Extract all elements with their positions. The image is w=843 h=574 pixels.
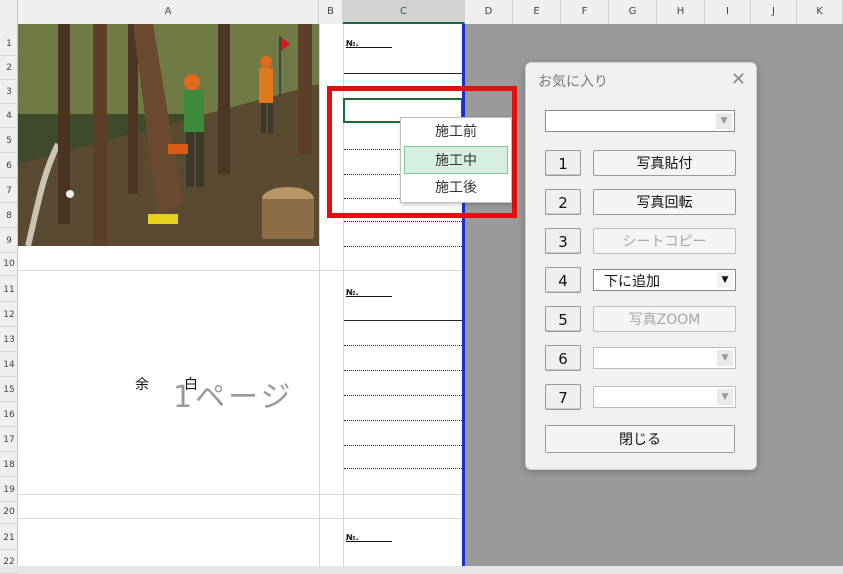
row-header[interactable]: 14 [0, 353, 18, 377]
dotted-line [344, 246, 462, 247]
top-combo-box[interactable]: ▼ [545, 110, 735, 132]
number-button-7[interactable]: 7 [545, 384, 581, 410]
row-header[interactable]: 6 [0, 154, 18, 178]
row-header[interactable]: 5 [0, 129, 18, 153]
rotate-photo-button[interactable]: 写真回転 [593, 189, 736, 215]
row-header[interactable]: 22 [0, 550, 18, 574]
row-header[interactable]: 9 [0, 229, 18, 253]
sheet-copy-button[interactable]: シートコピー [593, 228, 736, 254]
page-watermark: 1ページ [173, 380, 294, 415]
number-button-6[interactable]: 6 [545, 345, 581, 371]
number-underline [346, 47, 392, 48]
column-header-bar: A B C D E F G H I J K [0, 0, 843, 25]
forestry-worker-photo[interactable] [18, 24, 319, 246]
column-header-c[interactable]: C [343, 0, 465, 24]
gridline [18, 518, 464, 519]
column-header-a[interactable]: A [18, 0, 319, 24]
chevron-down-icon[interactable]: ▼ [717, 350, 733, 366]
row-header[interactable]: 12 [0, 303, 18, 327]
row-header[interactable]: 3 [0, 80, 18, 104]
insert-position-value: 下に追加 [604, 274, 660, 290]
column-header-f[interactable]: F [561, 0, 609, 24]
row-header[interactable]: 13 [0, 328, 18, 352]
row-header[interactable]: 7 [0, 179, 18, 203]
column-header-e[interactable]: E [513, 0, 561, 24]
gridline [319, 24, 320, 566]
dotted-line [344, 221, 462, 222]
dotted-line [344, 468, 462, 469]
dotted-line [344, 445, 462, 446]
cell-dropdown-list[interactable]: 施工前 施工中 施工後 [400, 117, 512, 203]
row-header[interactable]: 20 [0, 500, 18, 524]
row-header[interactable]: 11 [0, 278, 18, 302]
slot-6-combo[interactable]: ▼ [593, 347, 736, 369]
row-header-bar: 1 2 3 4 5 6 7 8 9 10 11 12 13 14 15 16 1… [0, 24, 18, 574]
dropdown-option-during[interactable]: 施工中 [404, 146, 508, 174]
row-header[interactable]: 16 [0, 403, 18, 427]
row-header[interactable]: 8 [0, 204, 18, 228]
dotted-line [344, 395, 462, 396]
column-header-b[interactable]: B [319, 0, 343, 24]
column-header-d[interactable]: D [465, 0, 513, 24]
column-header-h[interactable]: H [657, 0, 705, 24]
dotted-line [344, 370, 462, 371]
number-button-1[interactable]: 1 [545, 150, 581, 176]
column-header-k[interactable]: K [797, 0, 843, 24]
number-underline [346, 296, 392, 297]
blank-text-1: 余 [135, 377, 149, 393]
chevron-down-icon[interactable]: ▼ [716, 113, 732, 129]
solid-line [344, 320, 462, 321]
column-header-i[interactable]: I [705, 0, 751, 24]
dropdown-option-after[interactable]: 施工後 [404, 174, 508, 202]
favorites-dialog: お気に入り ✕ ▼ 1 写真貼付 2 写真回転 3 シートコピー 4 下に追加 … [525, 62, 757, 470]
dotted-line [344, 345, 462, 346]
row-header[interactable]: 18 [0, 453, 18, 477]
number-button-2[interactable]: 2 [545, 189, 581, 215]
number-button-4[interactable]: 4 [545, 267, 581, 293]
row-header[interactable]: 17 [0, 428, 18, 452]
solid-line [344, 73, 462, 74]
close-button[interactable]: 閉じる [545, 425, 735, 453]
row-header[interactable]: 1 [0, 32, 18, 56]
gridline [18, 494, 464, 495]
select-all-corner[interactable] [0, 0, 18, 24]
number-button-3[interactable]: 3 [545, 228, 581, 254]
chevron-down-icon[interactable]: ▼ [717, 389, 733, 405]
slot-7-combo[interactable]: ▼ [593, 386, 736, 408]
row-header[interactable]: 4 [0, 104, 18, 128]
paste-photo-button[interactable]: 写真貼付 [593, 150, 736, 176]
number-button-5[interactable]: 5 [545, 306, 581, 332]
column-header-j[interactable]: J [751, 0, 797, 24]
row-header[interactable]: 10 [0, 252, 18, 276]
photo-zoom-button[interactable]: 写真ZOOM [593, 306, 736, 332]
dotted-line [344, 420, 462, 421]
column-header-g[interactable]: G [609, 0, 657, 24]
insert-position-combo[interactable]: 下に追加 ▼ [593, 269, 736, 291]
chevron-down-icon[interactable]: ▼ [717, 272, 733, 288]
row-header[interactable]: 19 [0, 478, 18, 502]
row-header[interactable]: 15 [0, 378, 18, 402]
row-header[interactable]: 2 [0, 56, 18, 80]
dialog-title: お気に入り [538, 74, 608, 90]
row-header[interactable]: 21 [0, 526, 18, 550]
number-underline [346, 541, 392, 542]
gridline [18, 270, 464, 271]
dropdown-option-before[interactable]: 施工前 [404, 118, 508, 146]
close-icon[interactable]: ✕ [731, 69, 746, 90]
